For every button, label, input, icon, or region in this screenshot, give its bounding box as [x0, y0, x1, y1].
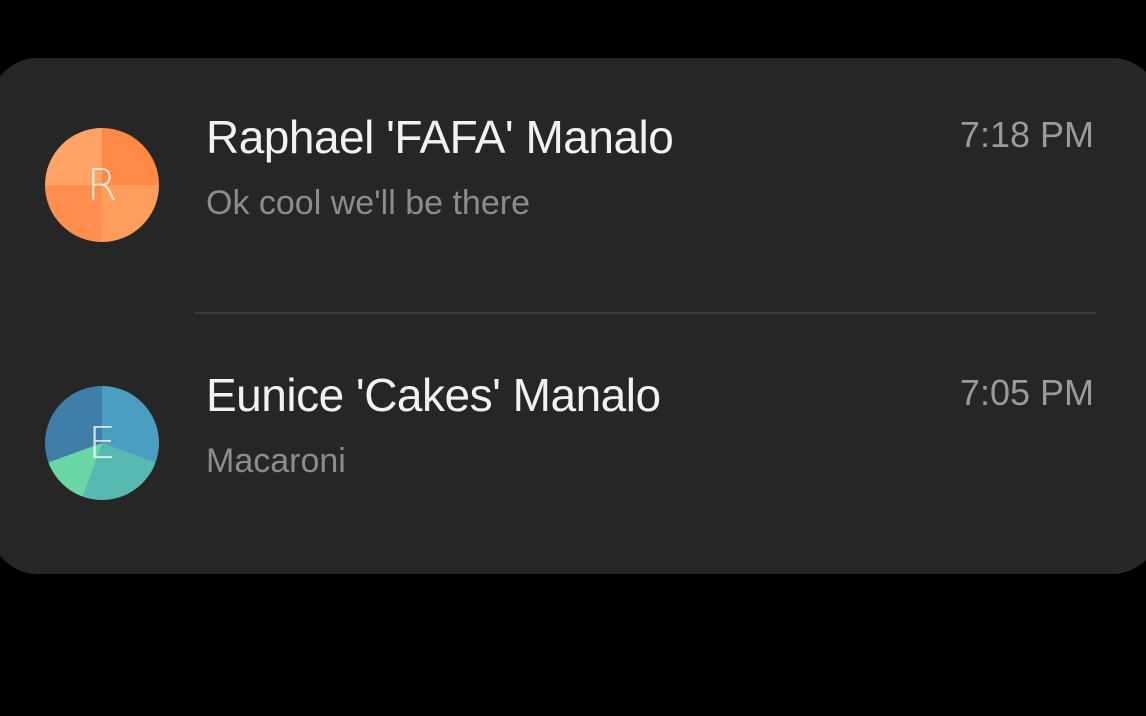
contact-name: Eunice 'Cakes' Manalo	[206, 369, 661, 421]
message-time: 7:05 PM	[959, 372, 1094, 413]
message-preview: Ok cool we'll be there	[206, 184, 530, 222]
message-time: 7:18 PM	[959, 114, 1094, 155]
conversation-item-eunice[interactable]: E Eunice 'Cakes' Manalo 7:05 PM Macaroni	[0, 358, 1146, 538]
divider	[194, 312, 1096, 314]
avatar[interactable]: R	[45, 128, 159, 242]
screen: R Raphael 'FAFA' Manalo 7:18 PM Ok cool …	[0, 0, 1146, 716]
message-preview: Macaroni	[206, 442, 346, 480]
contact-name: Raphael 'FAFA' Manalo	[206, 111, 674, 163]
avatar[interactable]: E	[45, 386, 159, 500]
conversation-item-raphael[interactable]: R Raphael 'FAFA' Manalo 7:18 PM Ok cool …	[0, 100, 1146, 280]
